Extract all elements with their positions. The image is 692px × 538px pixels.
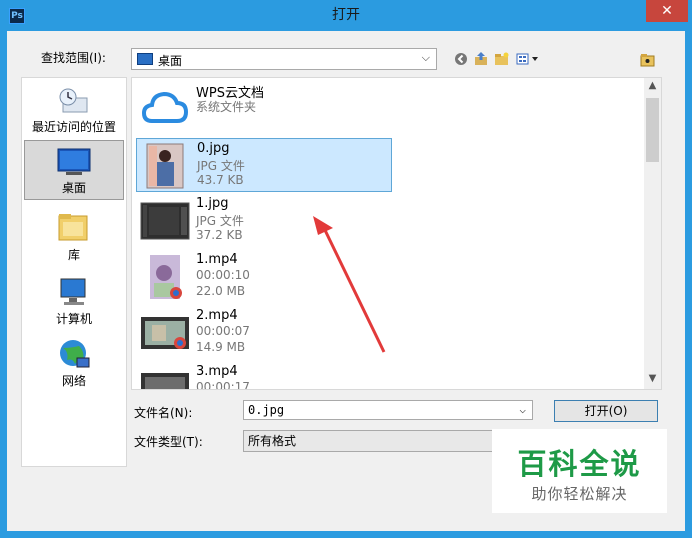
- watermark-logo: 百科全说 助你轻松解决: [492, 429, 667, 513]
- watermark-subtitle: 助你轻松解决: [531, 485, 628, 503]
- open-dialog-window: Ps 打开 ✕ 查找范围(I): 桌面 ⌵ 最近访问的位置 桌面 库 计算机 网…: [0, 0, 692, 538]
- watermark-title: 百科全说: [517, 447, 642, 481]
